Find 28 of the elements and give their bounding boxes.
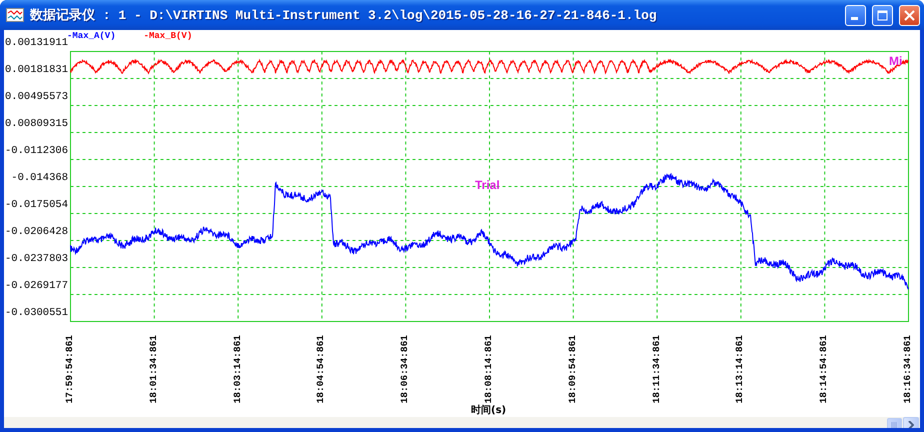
legend-label: -Max_A(V): [67, 31, 116, 41]
legend-label: -Max_B(V): [144, 31, 192, 41]
window-title: 数据记录仪 : 1 - D:\VIRTINS Multi-Instrument 3.2\log\2015-05-28-16-27-21-846-1.log: [30, 7, 658, 24]
y-tick-label: -0.0175054: [4, 199, 69, 213]
x-tick-label: 18:06:34:861: [399, 335, 412, 404]
x-tick-label: 18:11:34:861: [650, 335, 663, 404]
x-tick-label: 18:08:14:861: [482, 335, 495, 404]
y-tick-label: -0.0237803: [4, 253, 69, 267]
y-tick-label: 0.00809315: [4, 118, 69, 132]
x-tick-label: 18:04:54:861: [315, 335, 328, 404]
x-tick-label: 18:16:34:861: [902, 335, 914, 404]
y-tick-label: 0.00495573: [4, 91, 69, 105]
y-tick-label: -0.014368: [10, 172, 69, 186]
y-tick-label: -0.0206428: [4, 226, 69, 240]
overlay-text: Mi: [889, 54, 902, 68]
x-axis-title: 时间(s): [471, 404, 506, 417]
y-tick-label: -0.0300551: [4, 307, 69, 321]
x-tick-label: 17:59:54:861: [64, 335, 76, 404]
y-tick-label: 0.00131911: [4, 37, 68, 51]
overlay-text: Trial: [475, 178, 500, 192]
y-tick-label: -0.0112306: [4, 145, 69, 159]
x-tick-label: 18:01:34:861: [148, 335, 160, 404]
y-tick-label: -0.0269177: [4, 280, 69, 294]
y-tick-label: 0.00181831: [4, 64, 69, 78]
x-tick-label: 18:13:14:861: [734, 335, 746, 404]
x-tick-label: 18:09:54:861: [566, 335, 579, 404]
x-tick-label: 18:03:14:861: [232, 335, 244, 404]
x-tick-label: 18:14:54:861: [818, 335, 830, 404]
